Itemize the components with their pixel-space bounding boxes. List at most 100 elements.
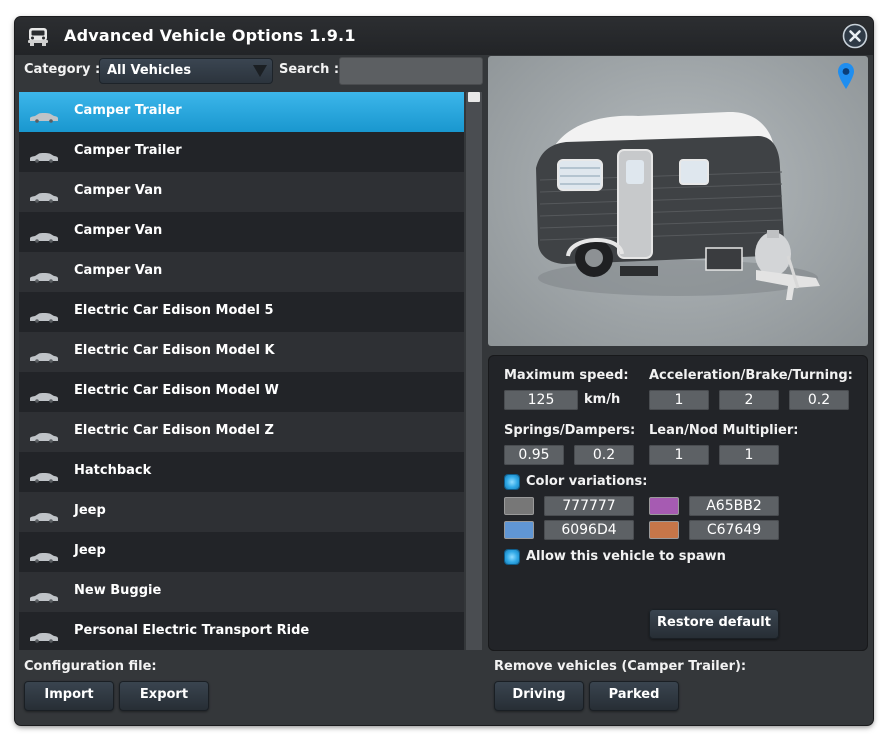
driving-label: Driving [512, 687, 566, 702]
max-speed-label: Maximum speed: [504, 368, 629, 383]
vehicle-name: Personal Electric Transport Ride [74, 623, 310, 638]
vehicle-list-item[interactable]: Electric Car Edison Model Z [19, 412, 464, 452]
vehicle-options-window: Advanced Vehicle Options 1.9.1 Category … [15, 17, 873, 725]
allow-spawn-checkbox[interactable] [505, 550, 519, 564]
car-icon [29, 188, 59, 203]
search-input[interactable] [339, 57, 483, 85]
search-label: Search : [279, 62, 340, 77]
brake-value: 2 [744, 392, 754, 408]
car-icon [29, 388, 59, 403]
car-icon [29, 428, 59, 443]
configuration-file-label: Configuration file: [24, 659, 157, 674]
color-swatch-4[interactable] [649, 521, 679, 539]
restore-default-button[interactable]: Restore default [649, 609, 779, 639]
dropdown-arrow-icon [253, 65, 267, 77]
close-icon[interactable] [842, 23, 868, 49]
vehicle-preview[interactable] [488, 56, 868, 346]
vehicle-list-item[interactable]: Camper Van [19, 252, 464, 292]
vehicle-name: Camper Van [74, 183, 163, 198]
vehicle-list-item[interactable]: Jeep [19, 532, 464, 572]
car-icon [29, 348, 59, 363]
color-hex-input-4[interactable]: C67649 [689, 520, 779, 540]
export-label: Export [139, 687, 189, 702]
car-icon [29, 548, 59, 563]
category-dropdown[interactable]: All Vehicles [99, 58, 273, 84]
springs-value: 0.95 [518, 447, 550, 463]
nod-value: 1 [744, 447, 754, 463]
vehicle-list-item[interactable]: Camper Van [19, 212, 464, 252]
camper-trailer-image [536, 111, 820, 300]
color-hex-input-2[interactable]: A65BB2 [689, 496, 779, 516]
color-hex-4: C67649 [706, 522, 762, 538]
vehicle-name: Electric Car Edison Model Z [74, 423, 274, 438]
color-swatch-1[interactable] [504, 497, 534, 515]
max-speed-value: 125 [527, 392, 555, 408]
dampers-value: 0.2 [592, 447, 616, 463]
vehicle-list-item[interactable]: Electric Car Edison Model W [19, 372, 464, 412]
color-swatch-3[interactable] [504, 521, 534, 539]
vehicle-list-item[interactable]: Camper Trailer [19, 132, 464, 172]
restore-default-label: Restore default [657, 615, 771, 630]
max-speed-input[interactable]: 125 [504, 390, 578, 410]
vehicle-list-scrollbar[interactable] [466, 92, 482, 650]
vehicle-name: Jeep [74, 503, 106, 518]
color-variations-checkbox[interactable] [505, 475, 519, 489]
lean-value: 1 [674, 447, 684, 463]
vehicle-name: New Buggie [74, 583, 162, 598]
car-icon [29, 588, 59, 603]
vehicle-name: Electric Car Edison Model K [74, 343, 275, 358]
import-label: Import [44, 687, 94, 702]
springs-input[interactable]: 0.95 [504, 445, 564, 465]
vehicle-list-item[interactable]: Hatchback [19, 452, 464, 492]
scrollbar-thumb[interactable] [468, 92, 480, 102]
speed-unit: km/h [584, 392, 621, 407]
car-icon [29, 508, 59, 523]
remove-parked-button[interactable]: Parked [589, 681, 679, 711]
car-icon [29, 108, 59, 123]
lean-input[interactable]: 1 [649, 445, 709, 465]
color-hex-input-1[interactable]: 777777 [544, 496, 634, 516]
color-hex-3: 6096D4 [561, 522, 617, 538]
vehicle-options-panel: Maximum speed: 125 km/h Acceleration/Bra… [488, 355, 868, 651]
vehicle-list-item[interactable]: Personal Electric Transport Ride [19, 612, 464, 650]
color-hex-input-3[interactable]: 6096D4 [544, 520, 634, 540]
vehicle-list-item[interactable]: New Buggie [19, 572, 464, 612]
vehicle-name: Hatchback [74, 463, 152, 478]
springs-label: Springs/Dampers: [504, 423, 636, 438]
remove-vehicles-label: Remove vehicles (Camper Trailer): [494, 659, 747, 674]
category-label: Category : [24, 62, 101, 77]
car-icon [29, 468, 59, 483]
color-hex-2: A65BB2 [706, 498, 762, 514]
acceleration-label: Acceleration/Brake/Turning: [649, 368, 853, 383]
export-button[interactable]: Export [119, 681, 209, 711]
brake-input[interactable]: 2 [719, 390, 779, 410]
nod-input[interactable]: 1 [719, 445, 779, 465]
vehicle-name: Electric Car Edison Model W [74, 383, 279, 398]
lean-nod-label: Lean/Nod Multiplier: [649, 423, 799, 438]
car-icon [29, 228, 59, 243]
acceleration-input[interactable]: 1 [649, 390, 709, 410]
vehicle-list-item[interactable]: Electric Car Edison Model 5 [19, 292, 464, 332]
dampers-input[interactable]: 0.2 [574, 445, 634, 465]
acceleration-value: 1 [674, 392, 684, 408]
allow-spawn-label: Allow this vehicle to spawn [526, 549, 726, 564]
vehicle-list[interactable]: Camper Trailer Camper Trailer Camper Van Ca… [19, 92, 464, 650]
title-bar[interactable]: Advanced Vehicle Options 1.9.1 [15, 17, 873, 55]
vehicle-list-item[interactable]: Camper Trailer [19, 92, 464, 132]
color-swatch-2[interactable] [649, 497, 679, 515]
vehicle-name: Camper Van [74, 223, 163, 238]
parked-label: Parked [608, 687, 660, 702]
vehicle-list-item[interactable]: Jeep [19, 492, 464, 532]
vehicle-name: Jeep [74, 543, 106, 558]
import-button[interactable]: Import [24, 681, 114, 711]
vehicle-name: Camper Van [74, 263, 163, 278]
remove-driving-button[interactable]: Driving [494, 681, 584, 711]
vehicle-list-item[interactable]: Electric Car Edison Model K [19, 332, 464, 372]
turning-input[interactable]: 0.2 [789, 390, 849, 410]
color-variations-label: Color variations: [526, 474, 648, 489]
color-hex-1: 777777 [562, 498, 616, 514]
window-title: Advanced Vehicle Options 1.9.1 [64, 26, 356, 45]
vehicle-list-item[interactable]: Camper Van [19, 172, 464, 212]
vehicle-name: Camper Trailer [74, 103, 182, 118]
car-icon [29, 628, 59, 643]
